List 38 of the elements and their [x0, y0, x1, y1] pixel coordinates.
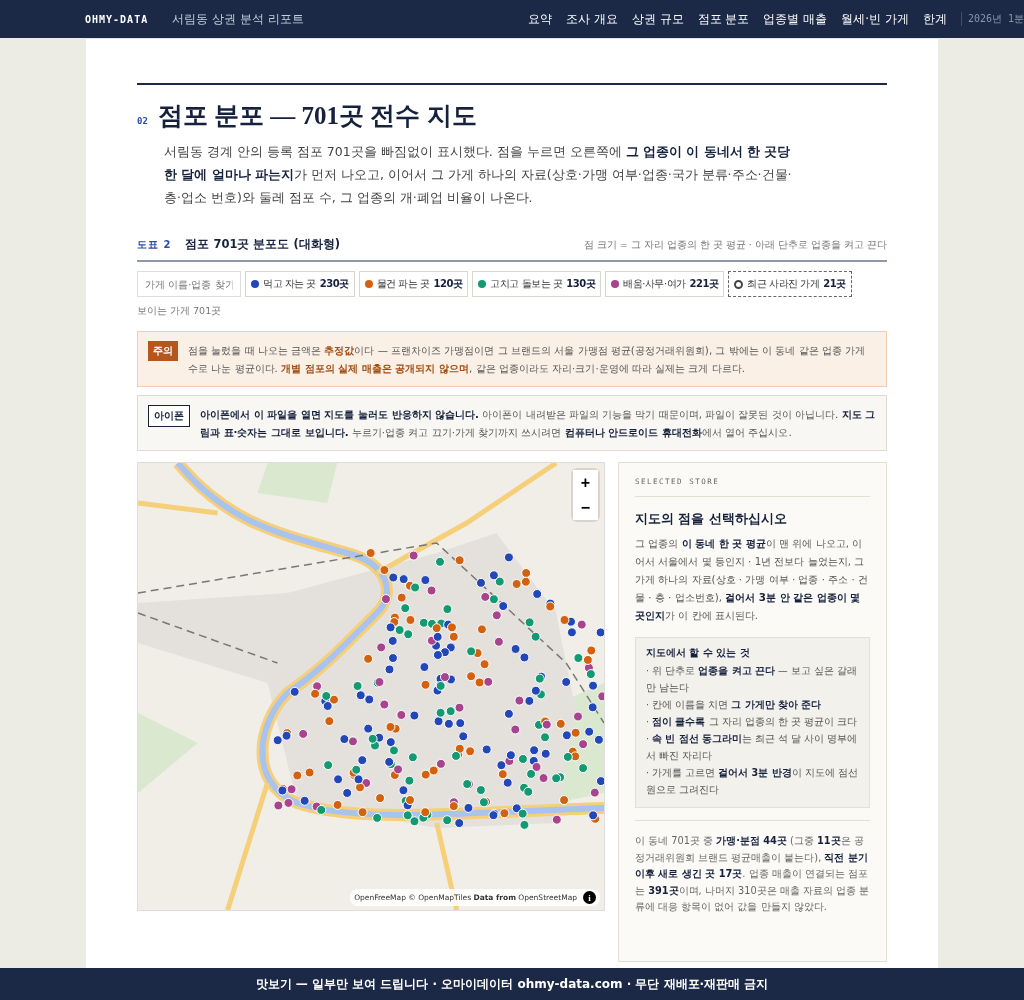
- section-number: 02: [137, 116, 148, 126]
- figure-hint: 점 크기 = 그 자리 업종의 한 곳 평균 · 아래 단추로 업종을 켜고 끈다: [583, 239, 887, 252]
- figure-label: 도표 2: [137, 238, 172, 252]
- notice-badge: 아이폰: [148, 405, 190, 427]
- filter-button[interactable]: 고치고 돌보는 곳 130곳: [472, 271, 602, 297]
- tip-item: · 위 단추로 업종을 켜고 끈다 — 보고 싶은 갈래만 남는다: [646, 664, 858, 695]
- site-logo[interactable]: OHMY-DATA: [85, 13, 149, 25]
- search-field[interactable]: 가게 이름·업종 찾기: [137, 271, 241, 297]
- nav-link[interactable]: 조사 개요: [565, 10, 618, 28]
- nav-link[interactable]: 상권 규모: [631, 10, 684, 28]
- tips-title: 지도에서 할 수 있는 것: [646, 647, 751, 660]
- intro-paragraph: 서림동 경계 안의 등록 점포 701곳을 빠짐없이 표시했다. 점을 누르면 오른쪽에 그 업종이 이 동네서 한 곳당 한 달에 얼마나 파는지가 먼저 나오고, 이어서 그 가게 하나의 자료(상호·가맹 여부·업종·국가 분류·주소·건물·층·업소 번호)와 둘레 점포 수, 그 업종의 개·폐업 비율이 나온다.: [164, 143, 793, 207]
- filter-button[interactable]: 물건 파는 곳 120곳: [358, 271, 469, 297]
- nav-link[interactable]: 월세·빈 가게: [841, 10, 909, 28]
- nav-link[interactable]: 한계: [922, 10, 947, 28]
- summary-paragraph: 이 동네 701곳 중 가맹·분점 44곳 (그중 11곳은 공정거래위원회 브랜드 평균매출이 붙는다), 직전 분기 이후 새로 생긴 곳 17곳. 업종 매출이 연결되는 점포는 391곳이며, 나머지 310곳은 매출 자료의 업종 분류에 대응 항목이 없어 값을 만들지 않았다.: [635, 820, 870, 916]
- report-title: 서림동 상권 분석 리포트: [172, 10, 304, 28]
- tip-item: · 점이 클수록 그 자리 업종의 한 곳 평균이 크다: [646, 715, 858, 729]
- info-button[interactable]: i: [583, 891, 596, 904]
- nav-link[interactable]: 업종별 매출: [763, 10, 828, 28]
- nav-link[interactable]: 점포 분포: [697, 10, 750, 28]
- tip-item: · 속 빈 점선 동그라미는 최근 석 달 사이 명부에서 빠진 자리다: [646, 732, 859, 763]
- tip-item: · 칸에 이름을 치면 그 가게만 찾아 준다: [646, 698, 823, 712]
- filter-button[interactable]: 먹고 자는 곳 230곳: [245, 271, 355, 297]
- section-title: 점포 분포 — 701곳 전수 지도: [157, 101, 477, 131]
- filter-button[interactable]: 최근 사라진 가게 21곳: [728, 271, 852, 297]
- panel-description: 그 업종의 이 동네 한 곳 평균이 맨 위에 나오고, 이어서 서울에서 몇 등인지 · 1년 전보다 늘었는지, 그 가게 하나의 자료(상호 · 가맹 여부 · 업종 · 주소 · 건물 · 층 · 업소번호), 걸어서 3분 안 같은 업종이 몇 곳인지가 이 칸에 표시된다.: [635, 536, 870, 623]
- notice-text: 아이폰에서 이 파일을 열면 지도를 눌러도 반응하지 않습니다. 아이폰이 내려받은 파일의 기능을 막기 때문이며, 파일이 잘못된 것이 아닙니다. 지도 그림과 표·숫자는 그대로 보입니다. 누르기·업종 켜고 끄기·가게 찾기까지 쓰시려면 컴퓨터나 안드로이드 휴대전화에서 열어 주십시오.: [200, 407, 876, 440]
- panel-heading: 지도의 점을 선택하십시오: [635, 511, 788, 528]
- filter-button[interactable]: 배움·사무·여가 221곳: [605, 271, 725, 297]
- figure-title: 점포 701곳 분포도 (대화형): [185, 237, 340, 252]
- period-label: 2026년 1분: [960, 12, 1024, 26]
- preview-banner: 맛보기 — 일부만 보여 드립니다 · 오마이데이터 ohmy-data.com · 무단 재배포·재판매 금지: [0, 968, 1024, 1000]
- tip-item: · 가게를 고르면 걸어서 3분 반경이 지도에 점선 원으로 그려진다: [646, 766, 859, 797]
- visible-count: 보이는 가게 701곳: [137, 305, 223, 318]
- notice-text: 점을 눌렀을 때 나오는 금액은 추정값이다 — 프랜차이즈 가맹점이면 그 브랜드의 서울 가맹점 평균(공정거래위원회), 그 밖에는 이 동네 같은 업종 가게 수로 나눈 평균이다. 개별 점포의 실제 매출은 공개되지 않으며, 같은 업종이라도 자리·크기·운영에 따라 실제는 크게 다르다.: [188, 343, 867, 376]
- notice-badge: 주의: [148, 341, 178, 361]
- nav-link[interactable]: 요약: [527, 10, 552, 28]
